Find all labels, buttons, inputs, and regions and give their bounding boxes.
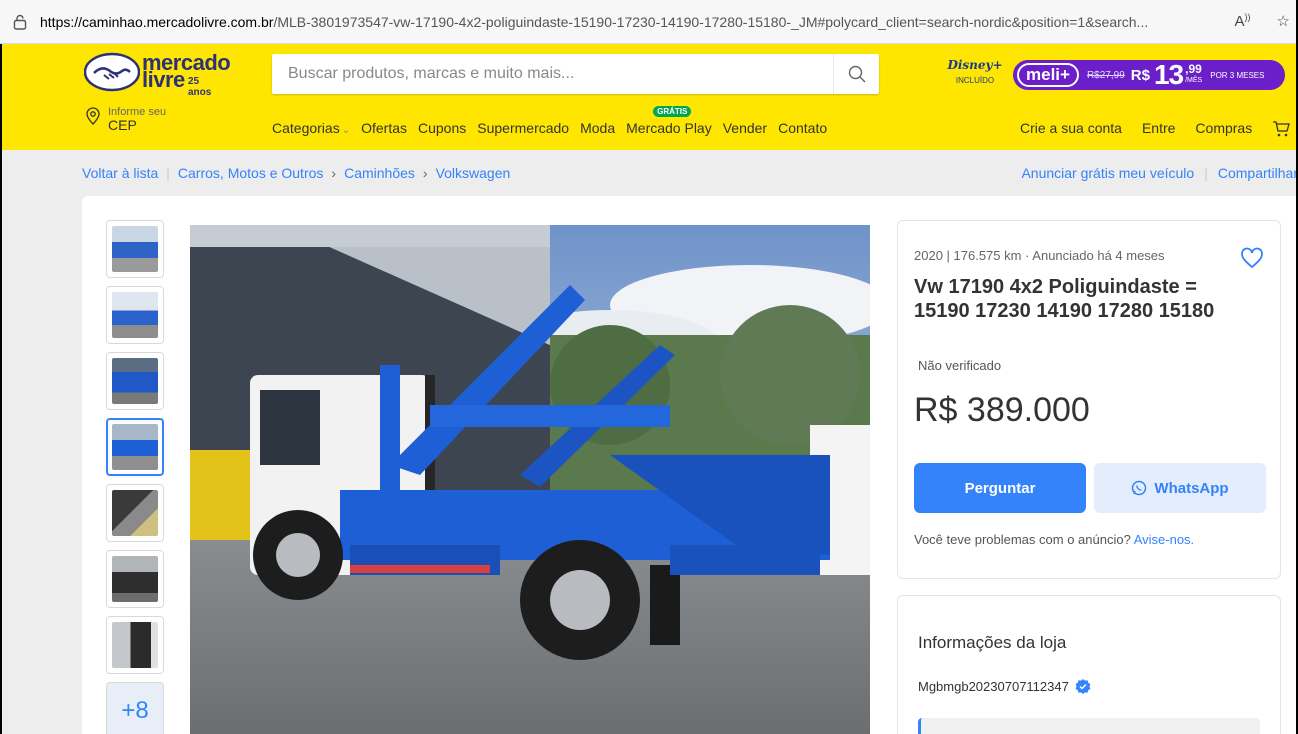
gratis-badge: GRÁTIS [653, 106, 692, 117]
breadcrumb-divider: | [1204, 165, 1208, 181]
cart-icon[interactable] [1272, 120, 1291, 141]
nav-supermercado[interactable]: Supermercado [477, 120, 569, 136]
breadcrumb: Voltar à lista | Carros, Motos e Outros … [82, 165, 510, 181]
login-link[interactable]: Entre [1142, 120, 1175, 141]
breadcrumb-item[interactable]: Caminhões [344, 165, 415, 181]
ask-button[interactable]: Perguntar [914, 463, 1086, 513]
promo-price-cents: ,99 [1185, 62, 1202, 76]
truck-photo-thumb [112, 226, 158, 272]
thumbnail-active[interactable] [106, 418, 164, 476]
search-bar [272, 54, 879, 94]
chevron-down-icon: ⌄ [341, 125, 351, 136]
logo-anniversary: 25 anos [188, 76, 212, 98]
nav-categorias[interactable]: Categorias ⌄ [272, 120, 350, 136]
truck-photo-thumb [112, 424, 158, 470]
truck-photo-thumb [112, 292, 158, 338]
whatsapp-label: WhatsApp [1154, 479, 1229, 497]
thumbnail[interactable] [106, 220, 164, 278]
store-reputation-bar [918, 718, 1260, 734]
chevron-right-icon: › [331, 165, 337, 181]
cabin-photo-thumb [112, 490, 158, 536]
thumbnail[interactable] [106, 550, 164, 608]
advertise-vehicle-link[interactable]: Anunciar grátis meu veículo [1021, 165, 1194, 181]
promo-currency: R$ [1130, 66, 1150, 84]
promo-per-month: /MÊS [1185, 77, 1203, 84]
store-name[interactable]: Mgbmgb20230707112347 [918, 678, 1091, 694]
nav-vender[interactable]: Vender [723, 120, 767, 136]
site-header: mercado livre 25 anos Disney+ INCLUÍDO m… [0, 44, 1298, 150]
buy-box: 2020 | 176.575 km · Anunciado há 4 meses… [897, 220, 1281, 579]
meli-plus-promo[interactable]: Disney+ INCLUÍDO meli+ R$27,99 R$ 13 ,99… [945, 58, 1285, 92]
meli-plus-banner: meli+ R$27,99 R$ 13 ,99/MÊS POR 3 MESES [1013, 59, 1285, 90]
search-input[interactable] [272, 54, 822, 94]
more-photos-thumb[interactable]: +8 [106, 682, 164, 734]
truck-photo [190, 225, 870, 734]
site-info-icon[interactable] [0, 14, 40, 30]
interior-photo-thumb [112, 622, 158, 668]
breadcrumb-item[interactable]: Volkswagen [436, 165, 511, 181]
url-host: https://caminhao.mercadolivre.com.br [40, 13, 274, 30]
handshake-logo-icon [84, 52, 140, 92]
thumbnail[interactable] [106, 484, 164, 542]
nav-ofertas[interactable]: Ofertas [361, 120, 407, 136]
cep-value: CEP [108, 117, 137, 133]
thumbnail[interactable] [106, 352, 164, 410]
browser-address-bar: https://caminhao.mercadolivre.com.br/MLB… [0, 0, 1298, 44]
product-title: Vw 17190 4x2 Poliguindaste = 15190 17230… [914, 276, 1215, 322]
search-icon [848, 65, 865, 83]
verification-status: Não verificado [918, 358, 1002, 373]
share-link[interactable]: Compartilhar [1218, 165, 1298, 181]
thumbnail[interactable] [106, 616, 164, 674]
nav-cupons[interactable]: Cupons [418, 120, 466, 136]
report-problem-link[interactable]: Avise-nos. [1134, 532, 1194, 547]
thumbnail[interactable] [106, 286, 164, 344]
main-nav: Categorias ⌄ Ofertas Cupons Supermercado … [272, 106, 827, 136]
nav-moda[interactable]: Moda [580, 120, 615, 136]
read-aloud-icon[interactable]: A)) [1235, 12, 1251, 30]
thumbnail-list: +8 [106, 220, 166, 734]
meli-plus-label: meli+ [1017, 63, 1079, 87]
verified-badge-icon [1075, 679, 1091, 694]
favorite-star-icon[interactable]: ☆ [1277, 12, 1290, 30]
create-account-link[interactable]: Crie a sua conta [1020, 120, 1122, 141]
breadcrumb-item[interactable]: Carros, Motos e Outros [178, 165, 324, 181]
product-subtitle: 2020 | 176.575 km · Anunciado há 4 meses [914, 248, 1165, 263]
purchases-link[interactable]: Compras [1195, 120, 1252, 141]
old-price: R$27,99 [1086, 69, 1125, 81]
window-frame-left [0, 44, 2, 734]
breadcrumb-divider: | [166, 165, 170, 181]
whatsapp-button[interactable]: WhatsApp [1094, 463, 1266, 513]
disney-plus-logo: Disney+ INCLUÍDO [947, 58, 1003, 85]
search-button[interactable] [833, 54, 879, 94]
logo-text-line2: livre [142, 67, 185, 92]
location-pin-icon [86, 107, 100, 125]
dashboard-photo-thumb [112, 556, 158, 602]
report-problem: Você teve problemas com o anúncio? Avise… [914, 532, 1194, 547]
url-field[interactable]: https://caminhao.mercadolivre.com.br/MLB… [40, 14, 1200, 30]
store-info-title: Informações da loja [918, 633, 1067, 652]
product-price: R$ 389.000 [914, 391, 1090, 429]
mercadolivre-logo[interactable]: mercado livre 25 anos [84, 52, 231, 98]
main-product-image[interactable] [190, 225, 870, 734]
promo-price-int: 13 [1153, 59, 1184, 90]
report-problem-text: Você teve problemas com o anúncio? [914, 532, 1131, 547]
truck-photo-thumb [112, 358, 158, 404]
favorite-heart-icon[interactable] [1240, 247, 1264, 274]
account-nav: Crie a sua conta Entre Compras [1020, 120, 1291, 141]
promo-period: POR 3 MESES [1210, 70, 1265, 80]
product-card: +8 2020 | 176.575 km · Anunciado há 4 me… [82, 196, 1298, 734]
url-path: /MLB-3801973547-vw-17190-4x2-poliguindas… [273, 13, 1149, 30]
chevron-right-icon: › [422, 165, 428, 181]
cep-selector[interactable]: Informe seu CEP [83, 106, 166, 132]
back-to-list-link[interactable]: Voltar à lista [82, 165, 158, 181]
store-info-box: Informações da loja Mgbmgb20230707112347 [897, 595, 1281, 734]
whatsapp-icon [1132, 480, 1147, 496]
nav-contato[interactable]: Contato [778, 120, 827, 136]
breadcrumb-actions: Anunciar grátis meu veículo | Compartilh… [1021, 165, 1298, 181]
nav-mercado-play[interactable]: GRÁTIS Mercado Play [626, 106, 712, 136]
